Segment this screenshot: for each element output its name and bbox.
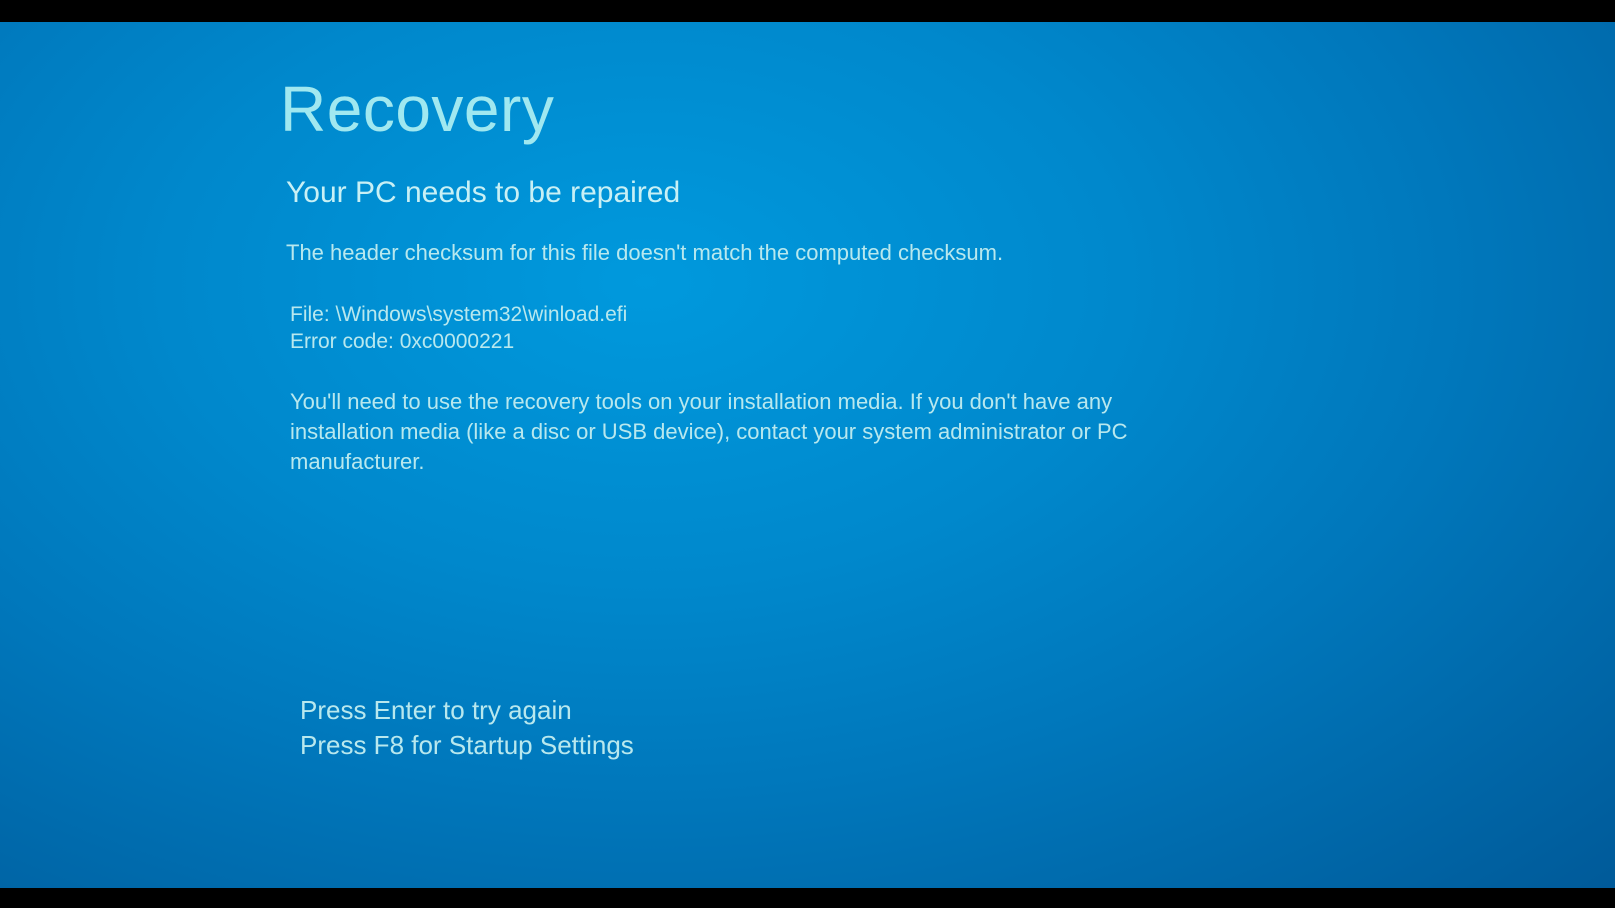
error-code-line: Error code: 0xc0000221 <box>290 328 1335 355</box>
recovery-instructions: You'll need to use the recovery tools on… <box>290 387 1180 476</box>
file-path-line: File: \Windows\system32\winload.efi <box>290 301 1335 328</box>
key-prompts: Press Enter to try again Press F8 for St… <box>300 693 634 763</box>
letterbox-top <box>0 0 1615 22</box>
press-f8-prompt: Press F8 for Startup Settings <box>300 728 634 763</box>
error-description: The header checksum for this file doesn'… <box>286 238 1335 269</box>
letterbox-bottom <box>0 888 1615 908</box>
recovery-screen: Recovery Your PC needs to be repaired Th… <box>0 22 1615 888</box>
press-enter-prompt: Press Enter to try again <box>300 693 634 728</box>
recovery-title: Recovery <box>280 72 1335 146</box>
recovery-subtitle: Your PC needs to be repaired <box>286 176 1335 210</box>
